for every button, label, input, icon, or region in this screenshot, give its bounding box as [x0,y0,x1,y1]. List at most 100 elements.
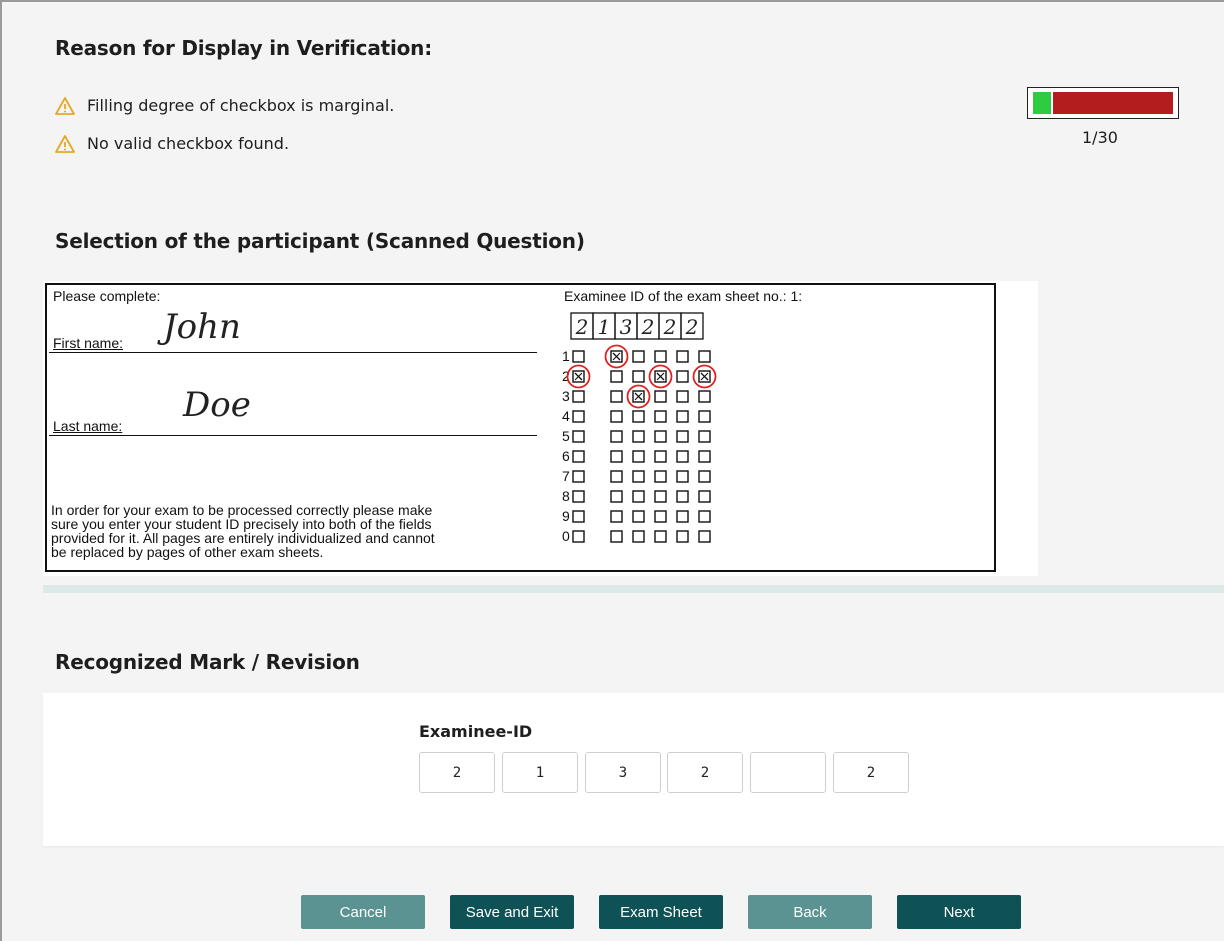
bubble-row-label: 1 [562,348,570,364]
examinee-id-digit-4[interactable] [667,752,743,793]
progress-counter: 1/30 [1082,128,1118,147]
bubble-box [632,370,645,383]
bubble-box [698,470,711,483]
warning-icon [55,134,75,153]
selection-title: Selection of the participant (Scanned Qu… [55,229,585,253]
bubble-box [698,490,711,503]
revision-title: Recognized Mark / Revision [55,650,360,674]
bubble-box [572,410,585,423]
handwritten-id-digit: 2 [663,315,677,339]
bubble-box [610,390,623,403]
bubble-box [572,390,585,403]
bubble-box [610,490,623,503]
reason-text: Filling degree of checkbox is marginal. [87,96,395,115]
bubble-box [676,390,689,403]
warning-icon [55,96,75,115]
bubble-box [572,430,585,443]
examinee-id-label: Examinee-ID [419,722,533,741]
bubble-box [632,490,645,503]
bubble-box [676,450,689,463]
bubble-box [654,410,667,423]
scan-sheet: Please complete: First name: John Last n… [45,283,996,572]
progress-fill-done [1033,92,1051,114]
bubble-box [632,450,645,463]
bubble-box [610,530,623,543]
reason-text: No valid checkbox found. [87,134,290,153]
bubble-box [632,430,645,443]
progress-bar [1027,87,1179,119]
bubble-box [632,530,645,543]
bubble-box [676,410,689,423]
bubble-box [676,490,689,503]
bubble-box [654,510,667,523]
bubble-row-label: 7 [562,468,570,484]
bubble-box [572,530,585,543]
bubble-box [654,470,667,483]
examinee-id-digit-5[interactable] [750,752,826,793]
bubble-box [676,370,689,383]
bubble-box [698,390,711,403]
examinee-id-digit-6[interactable] [833,752,909,793]
examinee-id-digit-3[interactable] [585,752,661,793]
back-button[interactable]: Back [748,895,872,929]
bubble-box [676,430,689,443]
bubble-box [610,430,623,443]
exam-sheet-button[interactable]: Exam Sheet [599,895,723,929]
bubble-box [654,350,667,363]
bubble-box [610,370,623,383]
bubble-row-label: 8 [562,488,570,504]
bubble-box [698,350,711,363]
bubble-row-label: 4 [562,408,570,424]
bubble-box [632,410,645,423]
bubble-box [610,410,623,423]
handwritten-id-digit: 1 [598,315,611,339]
handwritten-id-digit: 2 [641,315,655,339]
bubble-box [632,350,645,363]
bubble-box [572,470,585,483]
reason-item: Filling degree of checkbox is marginal. [55,96,394,115]
bubble-grid: 2 1 3 2 2 21234567890 [562,312,717,544]
bubble-row-label: 0 [562,528,570,544]
bubble-box [698,450,711,463]
reason-item: No valid checkbox found. [55,134,289,153]
reason-title: Reason for Display in Verification: [55,36,433,60]
progress-fill-remaining [1053,92,1173,114]
bubble-box [698,430,711,443]
bubble-box [610,510,623,523]
scanned-question-image: Please complete: First name: John Last n… [43,281,1038,576]
bubble-box [676,470,689,483]
handwritten-id-digit: 3 [620,315,633,339]
bubble-box [572,510,585,523]
bubble-box [676,350,689,363]
bubble-box [654,490,667,503]
bubble-row-label: 9 [562,508,570,524]
bubble-box [676,510,689,523]
bubble-box [698,510,711,523]
bubble-box [698,530,711,543]
bubble-row-label: 5 [562,428,570,444]
bubble-row-label: 6 [562,448,570,464]
section-divider [43,585,1224,593]
bubble-box [572,450,585,463]
examinee-id-digit-2[interactable] [502,752,578,793]
handwritten-id-digit: 2 [575,315,589,339]
bubble-box [654,430,667,443]
bubble-box [654,390,667,403]
bubble-box [572,350,585,363]
handwritten-id-digit: 2 [685,315,699,339]
bubble-box [610,450,623,463]
save-and-exit-button[interactable]: Save and Exit [450,895,574,929]
bubble-box [654,450,667,463]
examinee-id-digit-1[interactable] [419,752,495,793]
bubble-box [698,410,711,423]
examinee-id-header: Examinee ID of the exam sheet no.: 1: [564,288,803,304]
bubble-box [654,530,667,543]
bubble-box [632,510,645,523]
bubble-box [632,470,645,483]
bubble-box [610,470,623,483]
cancel-button[interactable]: Cancel [301,895,425,929]
bubble-box [676,530,689,543]
bubble-row-label: 3 [562,388,570,404]
bubble-box [572,490,585,503]
next-button[interactable]: Next [897,895,1021,929]
